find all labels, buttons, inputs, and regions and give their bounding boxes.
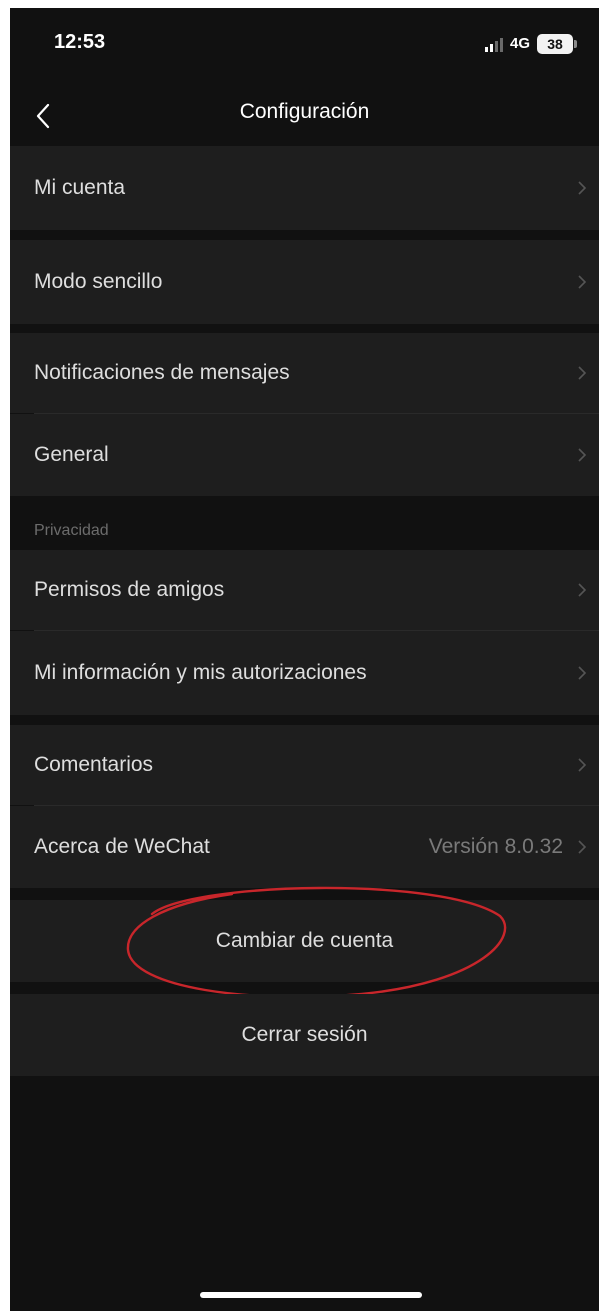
row-label: Notificaciones de mensajes [34,361,290,384]
chevron-right-icon [578,758,587,772]
chevron-right-icon [578,275,587,289]
status-time: 12:53 [54,31,106,53]
logout-button[interactable]: Cerrar sesión [10,994,599,1076]
chevron-left-icon [36,103,50,129]
signal-icon [485,38,503,52]
chevron-right-icon [578,840,587,854]
annotation-ellipse [126,886,507,999]
phone-screen: 12:53 4G 38 Configuración Mi cuenta Modo… [10,8,599,1311]
settings-row-feedback[interactable]: Comentarios [10,725,599,805]
battery-tip [574,40,577,48]
settings-row-notifications[interactable]: Notificaciones de mensajes [10,333,599,413]
nav-bar: Configuración [10,88,599,144]
settings-row-friend-permissions[interactable]: Permisos de amigos [10,550,599,630]
settings-row-simple-mode[interactable]: Modo sencillo [10,240,599,324]
status-bar: 12:53 4G 38 [10,8,599,88]
battery-icon: 38 [537,34,573,54]
row-label: Permisos de amigos [34,578,225,601]
button-label: Cerrar sesión [241,1023,368,1046]
settings-row-my-information[interactable]: Mi información y mis autorizaciones [10,631,599,715]
row-label: Comentarios [34,753,154,776]
row-label: General [34,443,109,466]
row-label: Mi información y mis autorizaciones [34,661,367,684]
chevron-right-icon [578,366,587,380]
home-indicator [200,1292,422,1298]
section-header-privacy: Privacidad [34,522,109,539]
settings-row-general[interactable]: General [10,414,599,496]
chevron-right-icon [578,448,587,462]
settings-row-my-account[interactable]: Mi cuenta [10,146,599,230]
page-title: Configuración [239,100,370,123]
network-type: 4G [510,35,531,52]
chevron-right-icon [578,181,587,195]
back-button[interactable] [28,96,68,136]
row-label: Modo sencillo [34,270,163,293]
chevron-right-icon [578,666,587,680]
row-label: Mi cuenta [34,176,126,199]
chevron-right-icon [578,583,587,597]
